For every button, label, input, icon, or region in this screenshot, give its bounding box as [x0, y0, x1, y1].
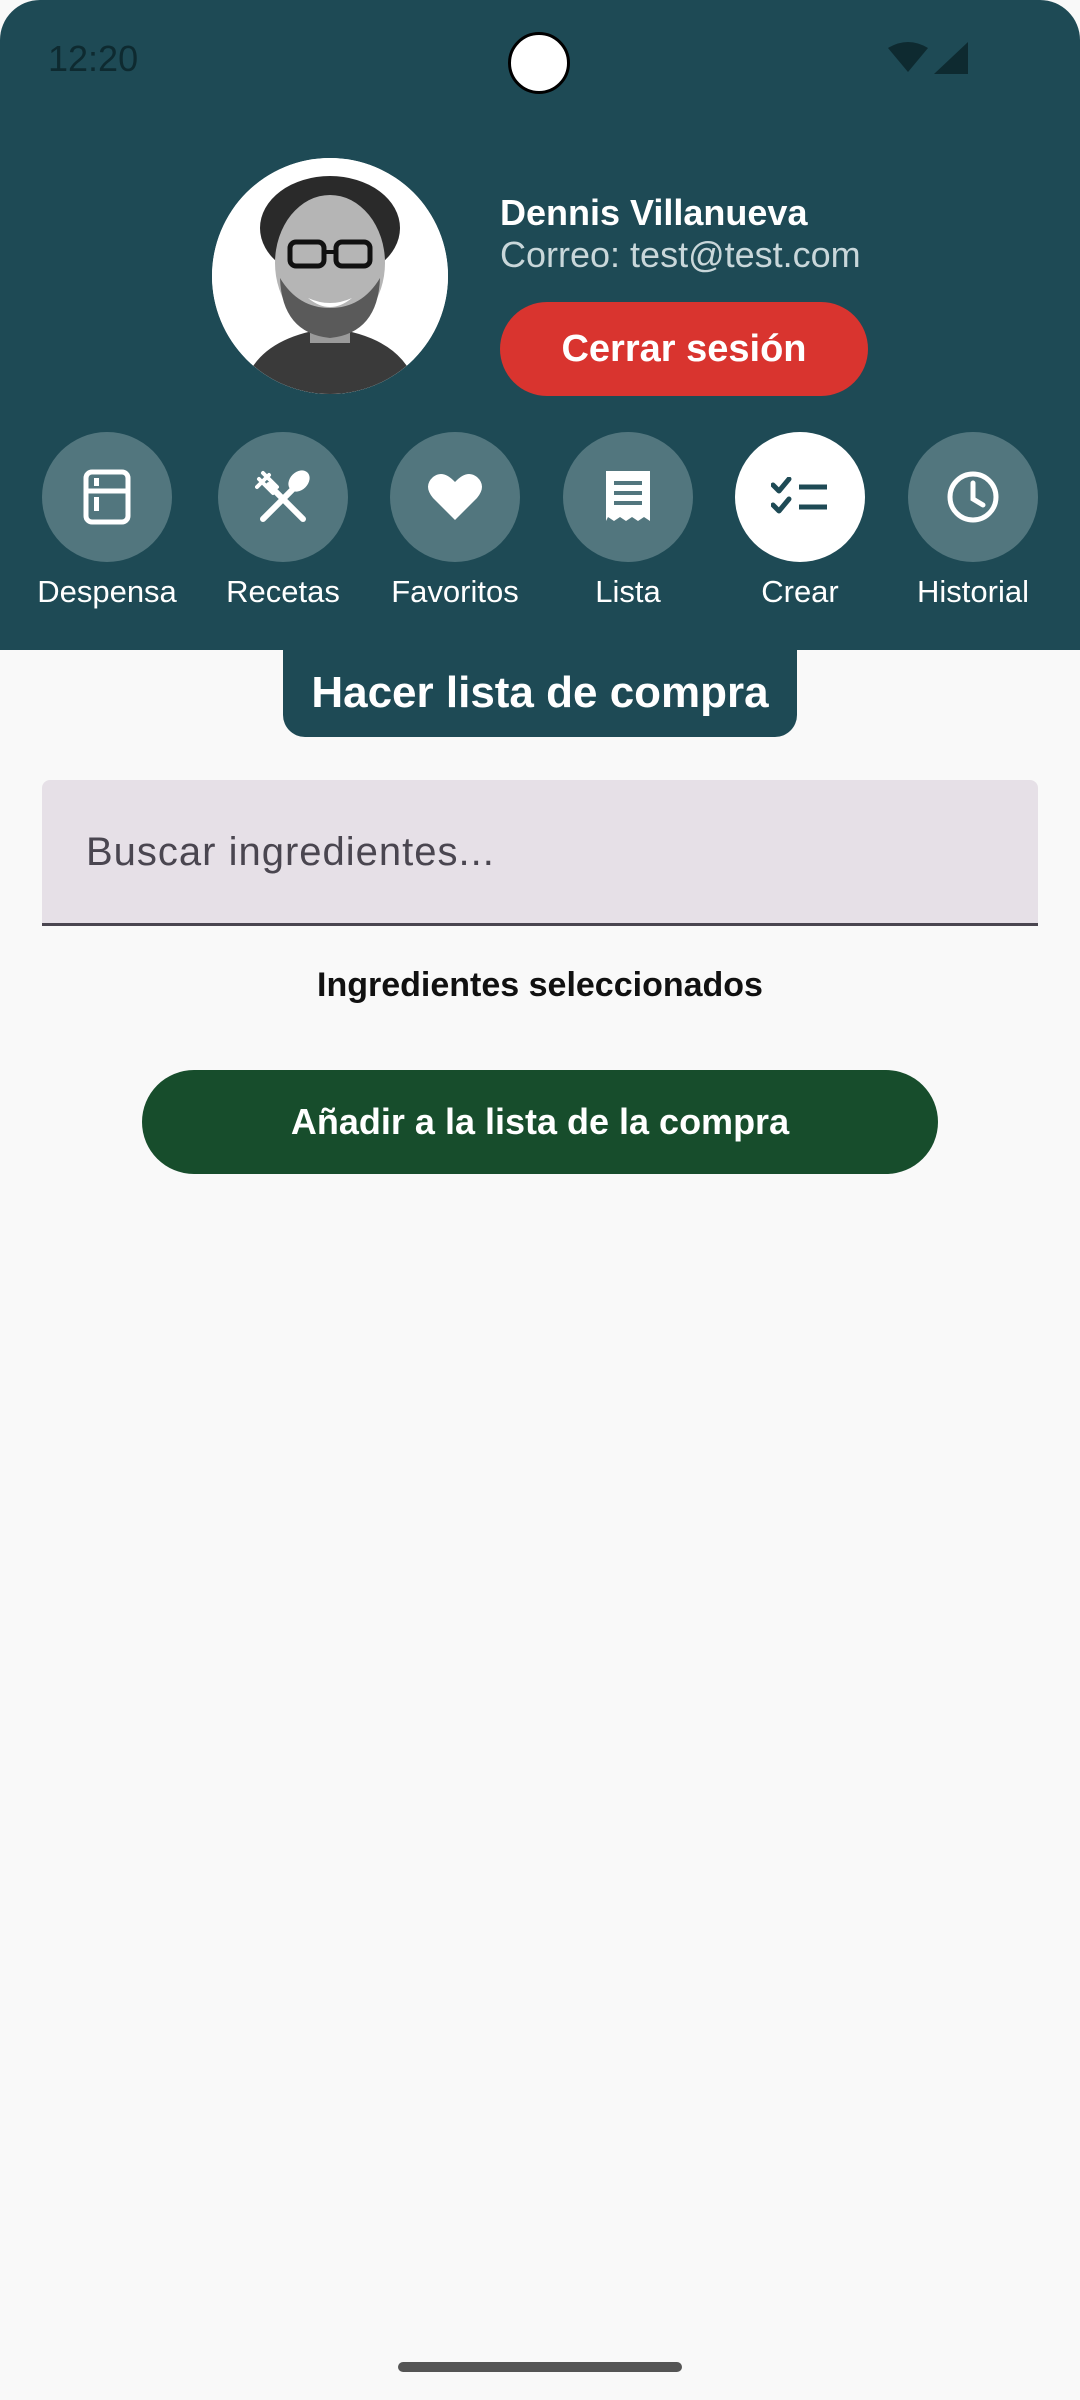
home-indicator[interactable] — [398, 2362, 682, 2372]
app-screen: 12:20 Dennis Villanueva Correo: test@tes… — [0, 0, 1080, 2400]
cell-signal-icon — [934, 42, 968, 74]
avatar-photo — [212, 158, 448, 394]
page-title-tab: Hacer lista de compra — [283, 648, 797, 737]
nav-circle — [908, 432, 1038, 562]
nav-label: Recetas — [226, 574, 340, 609]
nav-item-despensa[interactable]: Despensa — [21, 432, 193, 610]
heart-icon — [428, 473, 482, 520]
logout-button[interactable]: Cerrar sesión — [500, 302, 868, 396]
profile-name: Dennis Villanueva — [500, 192, 808, 233]
search-input[interactable] — [84, 780, 988, 925]
checklist-icon — [771, 477, 827, 514]
nav-label: Crear — [761, 574, 839, 609]
nav-row: Despensa Recetas Favoritos Lista Crear H… — [0, 432, 1080, 622]
nav-item-crear[interactable]: Crear — [714, 432, 886, 610]
nav-circle — [42, 432, 172, 562]
receipt-icon — [606, 471, 650, 521]
nav-label: Lista — [595, 574, 661, 609]
nav-circle — [735, 432, 865, 562]
nav-label: Favoritos — [391, 574, 519, 609]
fridge-icon — [83, 469, 131, 525]
status-bar: 12:20 — [0, 0, 1080, 120]
nav-label: Despensa — [37, 574, 177, 609]
nav-item-favoritos[interactable]: Favoritos — [369, 432, 541, 610]
utensils-icon — [255, 470, 310, 522]
status-icons — [888, 42, 968, 74]
camera-cutout — [508, 32, 570, 94]
nav-item-lista[interactable]: Lista — [542, 432, 714, 610]
profile-email: Correo: test@test.com — [500, 234, 861, 275]
page-title: Hacer lista de compra — [311, 667, 769, 717]
avatar — [212, 158, 448, 394]
add-to-shopping-list-button[interactable]: Añadir a la lista de la compra — [142, 1070, 938, 1174]
search-field[interactable] — [42, 780, 1038, 926]
selected-ingredients-heading: Ingredientes seleccionados — [317, 966, 763, 1004]
nav-circle — [563, 432, 693, 562]
nav-item-recetas[interactable]: Recetas — [197, 432, 369, 610]
wifi-icon — [888, 42, 928, 72]
header: 12:20 Dennis Villanueva Correo: test@tes… — [0, 0, 1080, 650]
status-time: 12:20 — [48, 38, 139, 79]
nav-circle — [218, 432, 348, 562]
nav-label: Historial — [917, 574, 1029, 609]
nav-circle — [390, 432, 520, 562]
nav-item-historial[interactable]: Historial — [887, 432, 1059, 610]
clock-icon — [947, 471, 999, 523]
